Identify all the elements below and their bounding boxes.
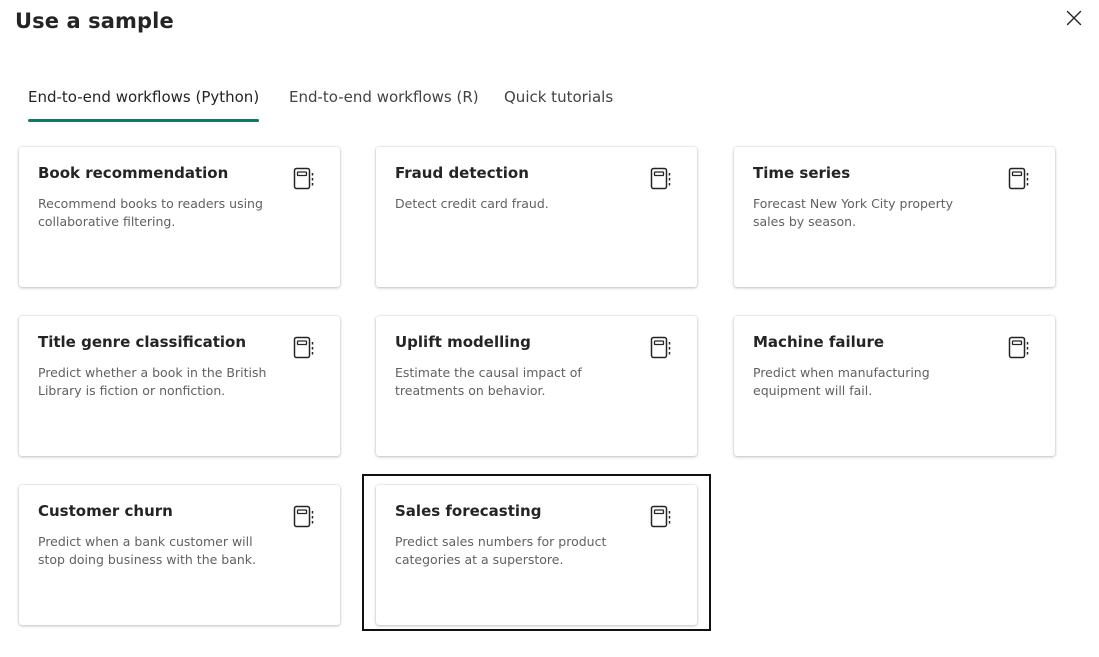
card-title: Machine failure bbox=[753, 333, 885, 351]
card-description: Recommend books to readers using collabo… bbox=[38, 196, 263, 229]
tab-python-workflows[interactable]: End-to-end workflows (Python) bbox=[28, 88, 260, 124]
card-description: Predict when manufacturing equipment wil… bbox=[753, 365, 930, 398]
card-title: Time series bbox=[753, 164, 851, 182]
sample-card-customer-churn[interactable]: Customer churn Predict when a bank custo… bbox=[19, 485, 340, 625]
sample-card-book-recommendation[interactable]: Book recommendation Recommend books to r… bbox=[19, 147, 340, 287]
notebook-icon bbox=[1008, 167, 1029, 190]
notebook-icon bbox=[650, 336, 671, 359]
card-title: Book recommendation bbox=[38, 164, 229, 182]
card-description: Predict whether a book in the British Li… bbox=[38, 365, 267, 398]
tab-r-workflows[interactable]: End-to-end workflows (R) bbox=[289, 88, 479, 124]
notebook-icon bbox=[650, 167, 671, 190]
sample-card-sales-forecasting[interactable]: Sales forecasting Predict sales numbers … bbox=[376, 485, 697, 625]
card-description: Predict sales numbers for product catego… bbox=[395, 534, 607, 567]
sample-card-fraud-detection[interactable]: Fraud detection Detect credit card fraud… bbox=[376, 147, 697, 287]
sample-card-machine-failure[interactable]: Machine failure Predict when manufacturi… bbox=[734, 316, 1055, 456]
tab-label: End-to-end workflows (R) bbox=[289, 88, 479, 106]
tab-quick-tutorials[interactable]: Quick tutorials bbox=[504, 88, 613, 124]
notebook-icon bbox=[650, 505, 671, 528]
notebook-icon bbox=[293, 505, 314, 528]
notebook-icon bbox=[293, 167, 314, 190]
sample-card-time-series[interactable]: Time series Forecast New York City prope… bbox=[734, 147, 1055, 287]
card-description: Predict when a bank customer will stop d… bbox=[38, 534, 257, 567]
active-tab-indicator bbox=[28, 119, 260, 122]
sample-card-title-genre-classification[interactable]: Title genre classification Predict wheth… bbox=[19, 316, 340, 456]
notebook-icon bbox=[1008, 336, 1029, 359]
card-description: Detect credit card fraud. bbox=[395, 196, 549, 211]
card-title: Fraud detection bbox=[395, 164, 529, 182]
sample-card-uplift-modelling[interactable]: Uplift modelling Estimate the causal imp… bbox=[376, 316, 697, 456]
card-title: Customer churn bbox=[38, 502, 173, 520]
card-title: Title genre classification bbox=[38, 333, 247, 351]
card-description: Estimate the causal impact of treatments… bbox=[395, 365, 582, 398]
tab-label: Quick tutorials bbox=[504, 88, 614, 106]
close-icon bbox=[1066, 10, 1082, 26]
card-title: Sales forecasting bbox=[395, 502, 542, 520]
notebook-icon bbox=[293, 336, 314, 359]
tab-label: End-to-end workflows (Python) bbox=[28, 88, 260, 106]
card-title: Uplift modelling bbox=[395, 333, 531, 351]
card-description: Forecast New York City property sales by… bbox=[753, 196, 954, 229]
dialog-title: Use a sample bbox=[15, 9, 174, 33]
close-button[interactable] bbox=[1062, 6, 1086, 30]
